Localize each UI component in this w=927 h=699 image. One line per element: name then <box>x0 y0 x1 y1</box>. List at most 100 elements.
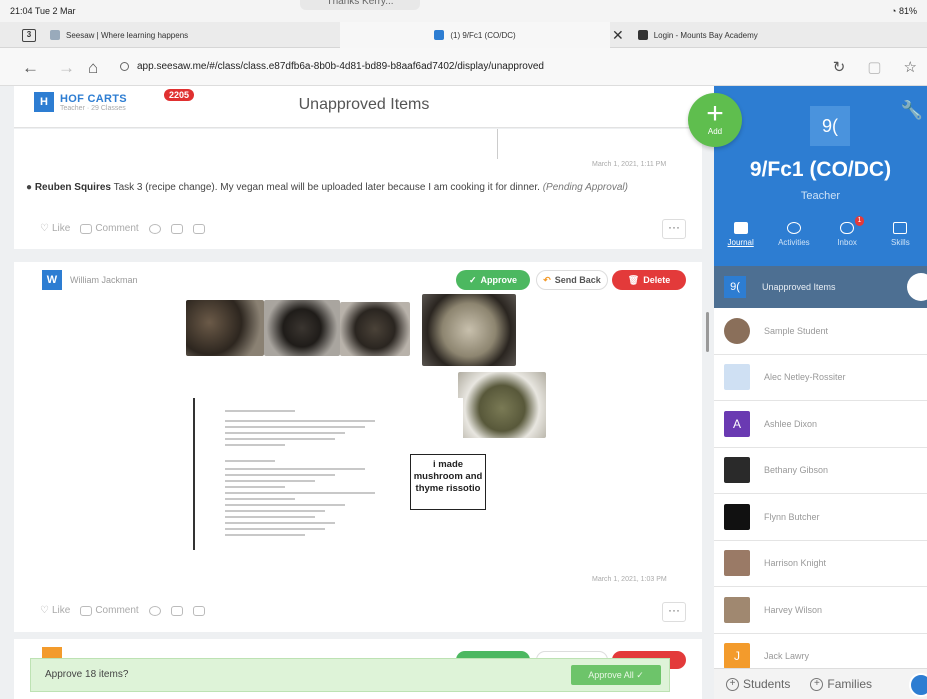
post-date: March 1, 2021, 1:03 PM <box>592 576 667 583</box>
clock: 21:04 Tue 2 Mar <box>10 6 76 16</box>
student-avatar <box>724 457 750 484</box>
plus-circle-icon: + <box>726 677 739 691</box>
share-icon[interactable] <box>170 223 183 234</box>
back-arrow-icon[interactable]: ← <box>22 58 39 78</box>
student-row[interactable]: Alec Netley-Rossiter <box>714 355 927 401</box>
post-photo[interactable] <box>458 372 546 438</box>
seesaw-favicon <box>50 30 60 40</box>
close-tab-icon[interactable]: ✕ <box>612 27 624 44</box>
more-options-button[interactable]: ··· <box>662 219 686 239</box>
skills-icon <box>893 222 908 234</box>
student-row[interactable]: Bethany Gibson <box>714 448 927 494</box>
student-avatar <box>724 364 750 391</box>
tab-label: (1) 9/Fc1 (CO/DC) <box>450 30 516 40</box>
class-info: 9( 🔧 9/Fc1 (CO/DC) Teacher Journal Activ… <box>714 86 927 266</box>
heart-icon: ♡ <box>40 223 49 234</box>
tab-journal[interactable]: Journal <box>714 216 767 266</box>
unapproved-feed[interactable]: March 1, 2021, 1:11 PM ● Reuben Squires … <box>14 129 714 699</box>
tab-login[interactable]: ✕ Login - Mounts Bay Academy <box>610 22 927 48</box>
folder-icon[interactable] <box>192 605 205 616</box>
folder-icon[interactable] <box>192 223 205 234</box>
plus-circle-icon: + <box>810 677 824 691</box>
student-avatar: J <box>724 643 750 670</box>
comment-label: Comment <box>95 223 139 234</box>
like-button[interactable]: ♡ Like <box>40 223 70 234</box>
post-photo[interactable] <box>264 300 340 356</box>
send-back-button[interactable]: ↶ Send Back <box>536 270 608 290</box>
student-name: Bethany Gibson <box>764 465 829 476</box>
add-families-button[interactable]: + Families <box>810 677 872 691</box>
add-students-button[interactable]: + Students <box>726 677 790 691</box>
tab-seesaw[interactable]: Seesaw | Where learning happens <box>50 22 340 48</box>
comment-button[interactable]: Comment <box>80 605 139 616</box>
post-photo[interactable] <box>186 300 264 356</box>
post-text: ● Reuben Squires Task 3 (recipe change).… <box>26 181 686 195</box>
post-author: William Jackman <box>70 275 138 285</box>
student-name: Flynn Butcher <box>764 511 820 522</box>
student-row[interactable]: Harvey Wilson <box>714 587 927 634</box>
student-avatar <box>724 550 750 577</box>
url-field[interactable]: app.seesaw.me/#/class/class.e87dfb6a-8b0… <box>120 61 544 72</box>
tab-inbox[interactable]: Inbox 1 <box>821 216 874 266</box>
ios-status-bar: 21:04 Tue 2 Mar Thanks Kerry... ◔ 81% <box>0 0 927 22</box>
tab-class[interactable]: (1) 9/Fc1 (CO/DC) <box>340 22 610 48</box>
post-author: Reuben Squires <box>34 182 111 193</box>
approve-all-prompt: Approve 18 items? <box>45 669 129 680</box>
like-button[interactable]: ♡ Like <box>40 605 70 616</box>
post-photo[interactable] <box>422 294 516 366</box>
add-post-button[interactable]: + Add <box>688 93 742 147</box>
student-avatar: W <box>42 270 62 290</box>
tab-skills[interactable]: Skills <box>874 216 927 266</box>
sidebar-tabs: Journal Activities Inbox 1 Skills <box>714 216 927 266</box>
bookmark-star-icon[interactable]: ☆ <box>904 58 917 76</box>
url-text: app.seesaw.me/#/class/class.e87dfb6a-8b0… <box>137 61 544 72</box>
delete-button[interactable]: 🗑 Delete <box>612 270 686 290</box>
speech-bubble-icon <box>80 605 93 616</box>
heart-icon: ♡ <box>40 605 49 616</box>
notification-banner[interactable]: Thanks Kerry... <box>300 0 420 10</box>
tab-activities[interactable]: Activities <box>767 216 820 266</box>
wrench-icon[interactable]: 🔧 <box>901 100 923 121</box>
tab-label: Login - Mounts Bay Academy <box>653 30 758 40</box>
approve-all-button[interactable]: Approve All ✓ <box>571 665 661 685</box>
student-row[interactable]: A Ashlee Dixon <box>714 401 927 448</box>
more-options-button[interactable]: ··· <box>662 602 686 622</box>
approve-button[interactable]: ✓ Approve <box>456 270 530 290</box>
class-icon: 9( <box>724 276 746 298</box>
folder-icon[interactable] <box>907 273 927 301</box>
inbox-icon <box>840 222 855 234</box>
sidebar-item-label: Unapproved Items <box>762 282 836 292</box>
comment-button[interactable]: Comment <box>80 223 139 234</box>
like-label: Like <box>51 223 71 234</box>
post-body: Task 3 (recipe change). My vegan meal wi… <box>113 182 540 193</box>
sidebar-item-unapproved[interactable]: 9( Unapproved Items <box>714 266 927 308</box>
class-icon: 9( <box>810 106 850 146</box>
plus-icon: + <box>706 97 724 130</box>
families-label: Families <box>827 677 873 691</box>
trash-icon: 🗑 <box>627 274 640 285</box>
student-name: Alec Netley-Rossiter <box>764 372 846 383</box>
tab-label: Inbox <box>837 238 857 247</box>
site-info-icon[interactable] <box>120 62 129 71</box>
battery-indicator: ◔ 81% <box>891 6 917 16</box>
comment-label: Comment <box>95 605 139 616</box>
student-row[interactable]: Sample Student <box>714 308 927 355</box>
reload-icon[interactable]: ↻ <box>833 58 846 76</box>
student-row[interactable]: Harrison Knight <box>714 541 927 587</box>
reader-icon[interactable]: ▢ <box>867 58 881 76</box>
student-row[interactable]: Flynn Butcher <box>714 494 927 541</box>
post-author-block: W William Jackman <box>42 270 138 290</box>
share-icon[interactable] <box>170 605 183 616</box>
help-icon[interactable] <box>909 673 927 697</box>
forward-arrow-icon[interactable]: → <box>58 58 75 78</box>
battery-level: 81% <box>898 6 917 16</box>
tab-count-button[interactable]: 3 <box>22 29 36 42</box>
audio-icon[interactable] <box>148 223 161 234</box>
scrollbar[interactable] <box>706 312 709 352</box>
class-header: H HOF CARTS Teacher · 29 Classes 2205 Un… <box>14 86 714 128</box>
student-name: Sample Student <box>764 325 829 336</box>
audio-icon[interactable] <box>148 605 161 616</box>
student-name: Harrison Knight <box>764 558 827 569</box>
post-photo[interactable] <box>340 302 410 356</box>
home-icon[interactable]: ⌂ <box>88 58 98 78</box>
